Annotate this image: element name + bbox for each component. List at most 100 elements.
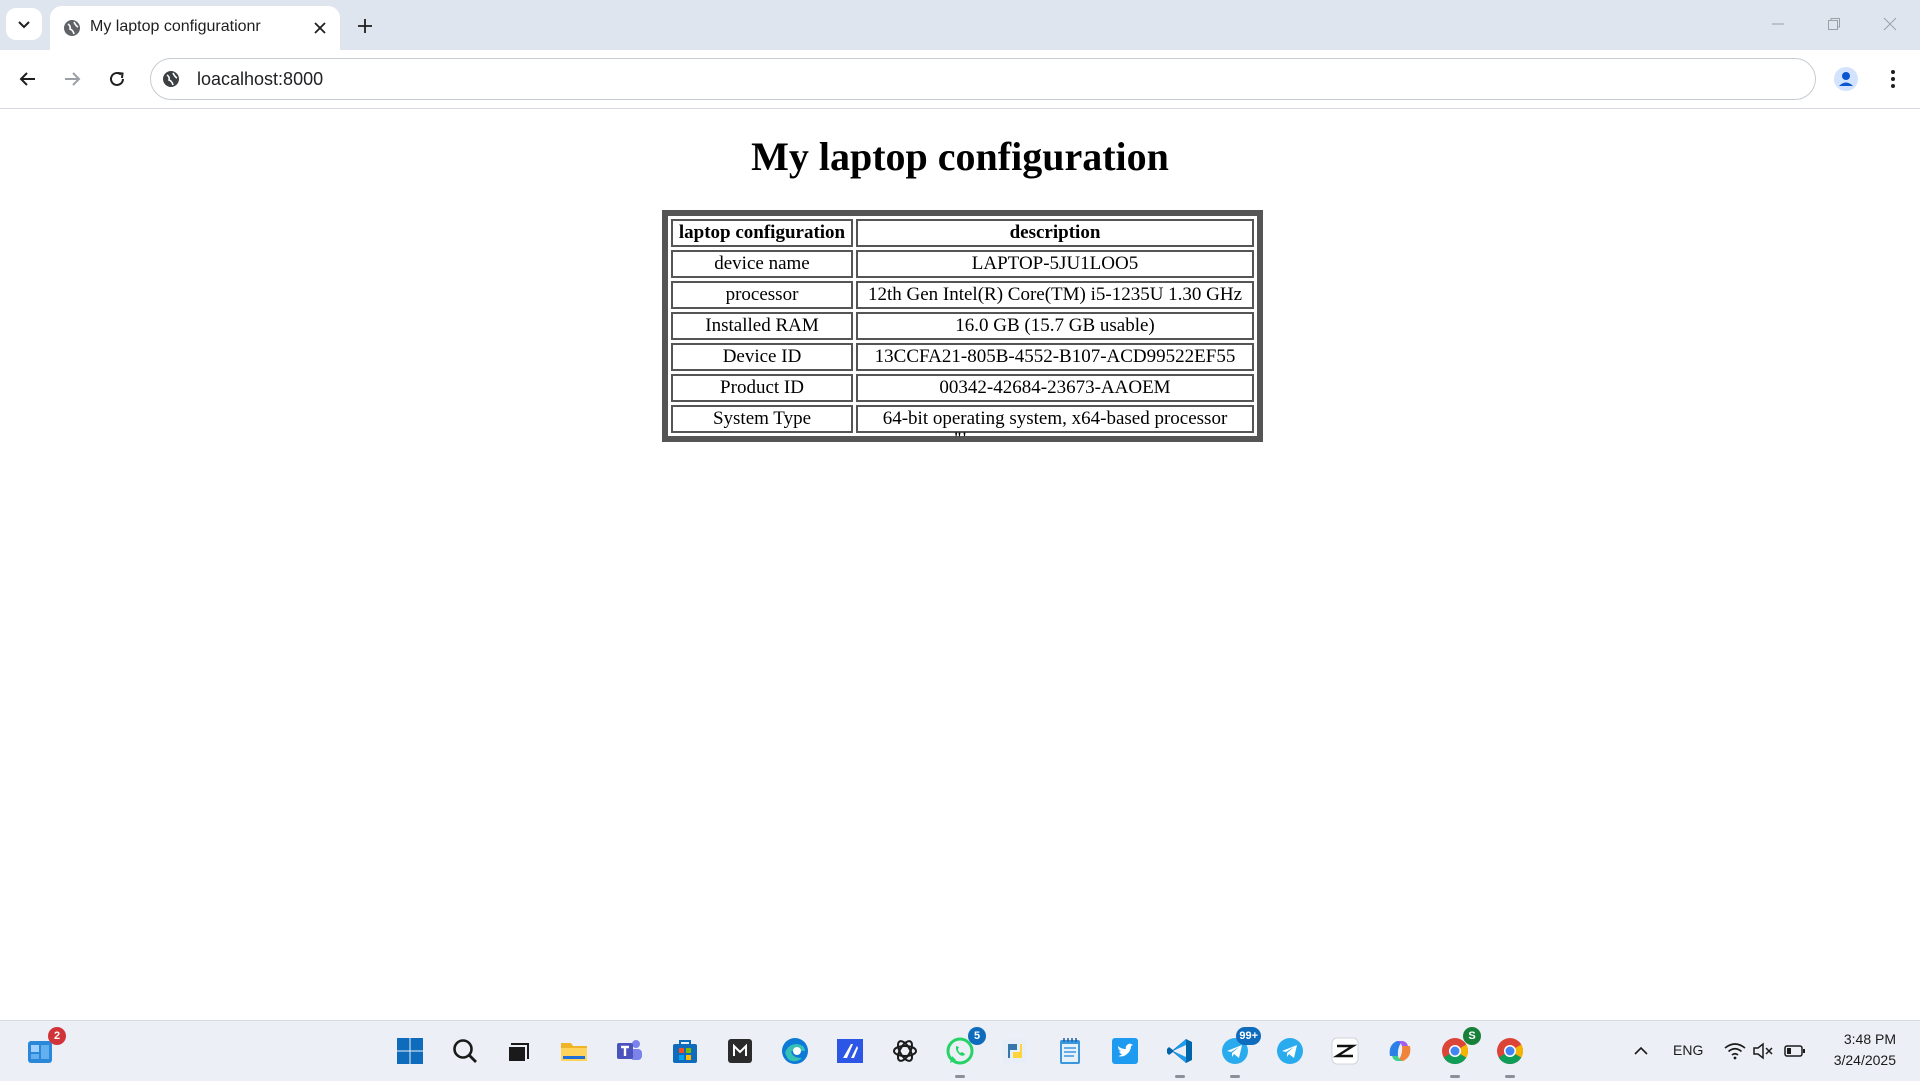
active-tab[interactable]: My laptop configurationr xyxy=(50,6,340,50)
row-label: Device ID xyxy=(671,343,853,371)
visual-studio-button[interactable] xyxy=(832,1033,868,1069)
windows-logo-icon xyxy=(397,1038,423,1064)
python-icon xyxy=(1003,1039,1027,1063)
vscode-button[interactable] xyxy=(1162,1033,1198,1078)
tab-search-icon xyxy=(18,21,30,29)
row-label: Product ID xyxy=(671,374,853,402)
back-button[interactable] xyxy=(12,63,44,95)
wifi-icon xyxy=(1724,1043,1746,1060)
chrome-icon xyxy=(1497,1038,1524,1065)
bird-icon xyxy=(1112,1038,1138,1064)
copilot-button[interactable] xyxy=(1382,1033,1418,1069)
reload-icon xyxy=(110,71,124,86)
minimize-icon xyxy=(1772,23,1784,25)
task-view-button[interactable] xyxy=(501,1033,537,1069)
running-indicator xyxy=(955,1075,965,1078)
telegram-button[interactable]: 99+ xyxy=(1217,1027,1261,1078)
page-viewport: My laptop configuration laptop configura… xyxy=(0,109,1920,1020)
row-value: 00342-42684-23673-AAOEM xyxy=(856,374,1254,402)
row-label: System Type xyxy=(671,405,853,433)
tab-strip: My laptop configurationr xyxy=(0,0,1920,50)
table-row: System Type 64-bit operating system, x64… xyxy=(671,405,1254,433)
tab-search-button[interactable] xyxy=(6,8,42,40)
edge-button[interactable] xyxy=(777,1033,813,1069)
teams-icon xyxy=(617,1040,642,1060)
tab-title: My laptop configurationr xyxy=(90,18,261,35)
battery-icon xyxy=(1784,1045,1805,1057)
vs-icon xyxy=(837,1039,863,1063)
restore-icon xyxy=(1828,18,1840,30)
plus-icon xyxy=(358,19,372,33)
forward-arrow-icon xyxy=(65,72,81,86)
chatgpt-icon xyxy=(893,1040,917,1062)
show-hidden-icons-button[interactable] xyxy=(1623,1033,1659,1069)
notepad-button[interactable] xyxy=(1052,1033,1088,1069)
row-value: LAPTOP-5JU1LOO5 xyxy=(856,250,1254,278)
capcut-icon xyxy=(1331,1037,1359,1065)
clock-date[interactable]: 3/24/2025 xyxy=(1822,1052,1896,1068)
table-row: Installed RAM 16.0 GB (15.7 GB usable) xyxy=(671,312,1254,340)
telegram-web-button[interactable] xyxy=(1272,1033,1308,1069)
column-header-description: description xyxy=(856,219,1254,247)
table-row: Product ID 00342-42684-23673-AAOEM xyxy=(671,374,1254,402)
store-icon xyxy=(673,1040,697,1063)
chevron-up-icon xyxy=(1634,1046,1648,1055)
start-button[interactable] xyxy=(392,1033,428,1069)
row-label: device name xyxy=(671,250,853,278)
browser-menu-button[interactable] xyxy=(1877,63,1909,95)
clock-time[interactable]: 3:48 PM xyxy=(1840,1031,1896,1047)
running-indicator xyxy=(1505,1075,1515,1078)
chrome-button[interactable] xyxy=(1492,1033,1528,1078)
row-label: Installed RAM xyxy=(671,312,853,340)
configuration-table: laptop configuration description device … xyxy=(662,210,1263,442)
notepad-icon xyxy=(1060,1038,1080,1064)
battery-button[interactable] xyxy=(1777,1033,1813,1069)
url-text[interactable]: loacalhost:8000 xyxy=(197,69,323,90)
chrome-profile-button[interactable]: S xyxy=(1437,1027,1481,1078)
capcut-button[interactable] xyxy=(1327,1033,1363,1069)
restore-button[interactable] xyxy=(1814,10,1854,38)
running-indicator xyxy=(1175,1075,1185,1078)
address-bar[interactable]: loacalhost:8000 xyxy=(150,58,1816,100)
volume-muted-icon xyxy=(1753,1042,1773,1060)
whatsapp-badge: 5 xyxy=(968,1027,986,1045)
kebab-menu-icon xyxy=(1891,70,1895,88)
vscode-icon xyxy=(1167,1039,1192,1063)
tab-close-button[interactable] xyxy=(308,16,332,40)
search-button[interactable] xyxy=(447,1033,483,1069)
row-value: 16.0 GB (15.7 GB usable) xyxy=(856,312,1254,340)
m-app-button[interactable] xyxy=(722,1033,758,1069)
window-close-icon xyxy=(1883,17,1897,31)
language-indicator[interactable]: ENG xyxy=(1673,1042,1703,1058)
copilot-icon xyxy=(1389,1041,1411,1061)
task-view-icon xyxy=(507,1043,529,1063)
site-info-icon[interactable] xyxy=(161,69,181,89)
whatsapp-button[interactable]: 5 xyxy=(942,1027,986,1078)
running-indicator xyxy=(1450,1075,1460,1078)
table-header-row: laptop configuration description xyxy=(671,219,1254,247)
minimize-button[interactable] xyxy=(1758,10,1798,38)
chrome-profile-badge: S xyxy=(1463,1027,1481,1045)
running-indicator xyxy=(1230,1075,1240,1078)
search-icon xyxy=(453,1039,477,1063)
new-tab-button[interactable] xyxy=(350,12,380,40)
volume-button[interactable] xyxy=(1745,1033,1781,1069)
window-close-button[interactable] xyxy=(1870,10,1910,38)
profile-button[interactable] xyxy=(1830,63,1862,95)
back-arrow-icon xyxy=(19,72,35,86)
table-row: processor 12th Gen Intel(R) Core(TM) i5-… xyxy=(671,281,1254,309)
profile-icon xyxy=(1834,67,1858,91)
microsoft-store-button[interactable] xyxy=(667,1033,703,1069)
python-button[interactable] xyxy=(997,1033,1033,1069)
column-header-configuration: laptop configuration xyxy=(671,219,853,247)
forward-button[interactable] xyxy=(56,63,88,95)
stray-quote-text: "' xyxy=(953,430,967,447)
telegram-icon xyxy=(1277,1038,1303,1064)
reload-button[interactable] xyxy=(101,63,133,95)
chatgpt-button[interactable] xyxy=(887,1033,923,1069)
widgets-button[interactable]: 2 xyxy=(22,1027,66,1069)
twitter-button[interactable] xyxy=(1107,1033,1143,1069)
file-explorer-button[interactable] xyxy=(556,1033,592,1069)
widgets-badge: 2 xyxy=(48,1027,66,1045)
teams-button[interactable] xyxy=(611,1033,647,1069)
